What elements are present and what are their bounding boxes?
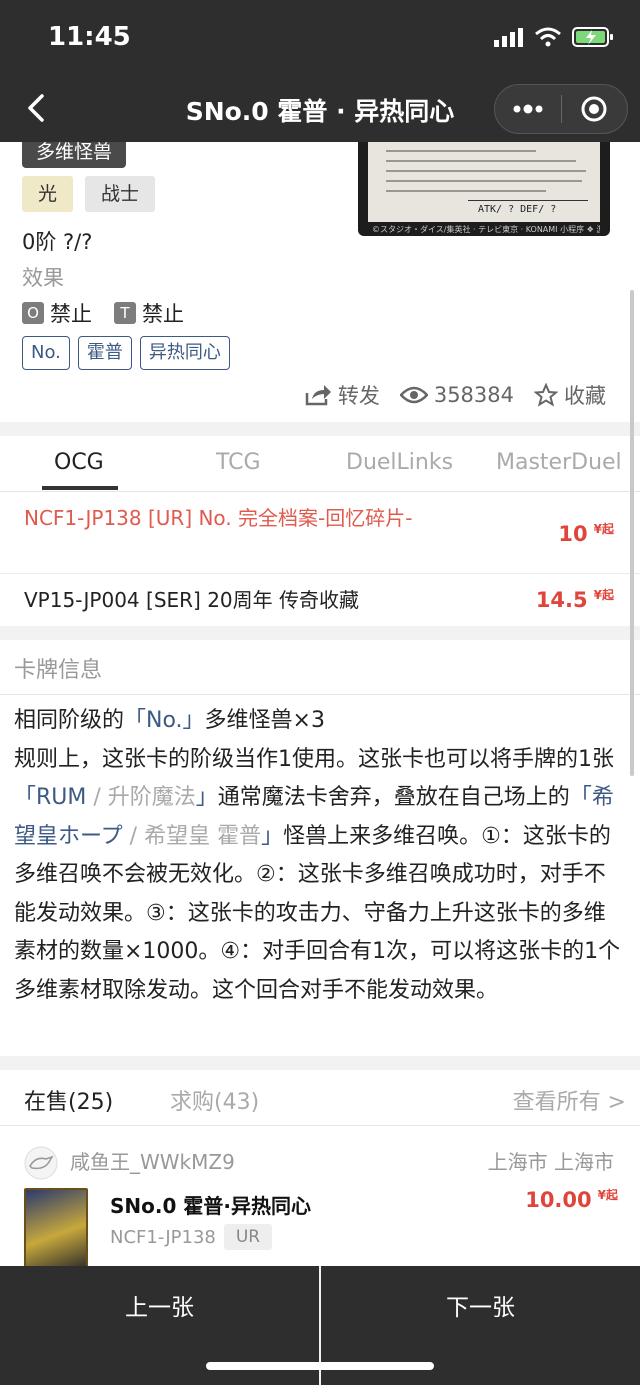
tag-hope[interactable]: 霍普 (77, 336, 132, 370)
effect-type: 效果 (22, 266, 64, 290)
attribute-row: 光 战士 (22, 176, 156, 212)
tcg-badge: T (114, 302, 136, 324)
next-card-button[interactable]: 下一张 (321, 1266, 640, 1344)
tcg-ban-label: 禁止 (142, 302, 184, 326)
favorite-label: 收藏 (564, 384, 606, 408)
status-time: 11:45 (48, 22, 131, 52)
listing-code: NCF1-JP138 UR (110, 1224, 273, 1250)
tab-masterduel[interactable]: MasterDuel (496, 450, 622, 475)
card-header: 多维怪兽 ATK/ ? DEF/ ? ©スタジオ・ダイス/集英社 · テレビ東京… (0, 142, 640, 422)
card-description: 相同阶级的「No.」多维怪兽×3 规则上，这张卡的阶级当作1使用。这张卡也可以将… (14, 708, 621, 1003)
prev-card-button[interactable]: 上一张 (0, 1266, 319, 1344)
keyword-link[interactable]: 「No.」 (124, 708, 205, 733)
nav-bar: SNo.0 霍普 · 异热同心 (0, 76, 640, 142)
card-tags: No. 霍普 异热同心 (22, 336, 230, 370)
product-price: 10 ¥起 (558, 522, 614, 546)
listing-title: SNo.0 霍普·异热同心 (110, 1194, 311, 1218)
tag-xyz-heart[interactable]: 异热同心 (139, 336, 230, 370)
wifi-icon (535, 27, 561, 47)
rank-stats: 0阶 ?/? (22, 230, 93, 254)
tag-no[interactable]: No. (22, 336, 70, 370)
more-dots-icon (513, 104, 543, 114)
card-text-box: ATK/ ? DEF/ ? (368, 142, 600, 222)
card-footer: ©スタジオ・ダイス/集英社 · テレビ東京 · KONAMI 小程序 ❖ 游戏王… (372, 225, 600, 234)
target-circle-icon (581, 96, 607, 122)
more-options-button[interactable] (495, 85, 561, 133)
favorite-button[interactable]: 收藏 (534, 380, 606, 410)
scrollbar[interactable] (630, 290, 634, 776)
section-divider (0, 422, 640, 436)
tab-duellinks[interactable]: DuelLinks (346, 450, 453, 475)
divider-line (0, 694, 640, 695)
card-actions: 转发 358384 收藏 (304, 380, 606, 410)
battery-charging-icon (572, 27, 613, 47)
product-price: 14.5 ¥起 (535, 588, 614, 612)
card-atk-def: ATK/ ? DEF/ ? (478, 204, 557, 215)
listing-item[interactable]: 咸鱼王_WWkMZ9 上海市 上海市 SNo.0 霍普·异热同心 NCF1-JP… (0, 1126, 640, 1266)
seller-name[interactable]: 咸鱼王_WWkMZ9 (70, 1146, 235, 1175)
scroll-content[interactable]: 多维怪兽 ATK/ ? DEF/ ? ©スタジオ・ダイス/集英社 · テレビ東京… (0, 142, 640, 1266)
race-chip: 战士 (85, 176, 156, 212)
active-tab-indicator (42, 486, 118, 490)
tab-on-sale[interactable]: 在售(25) (24, 1084, 113, 1116)
card-info-title: 卡牌信息 (14, 658, 103, 683)
card-type-tag: 多维怪兽 (22, 142, 127, 168)
price-row[interactable]: NCF1-JP138 [UR] No. 完全档案-回忆碎片- 10 ¥起 (0, 492, 640, 574)
share-icon (305, 385, 331, 406)
tab-wanted[interactable]: 求购(43) (170, 1084, 259, 1116)
status-bar: 11:45 (0, 0, 640, 76)
attribute-chip: 光 (22, 176, 74, 212)
tab-ocg[interactable]: OCG (54, 450, 104, 475)
listing-price: 10.00 ¥起 (525, 1188, 618, 1212)
seller-avatar-icon (24, 1146, 58, 1180)
product-name: NCF1-JP138 [UR] No. 完全档案-回忆碎片- (24, 506, 413, 530)
eye-icon (399, 386, 428, 404)
signal-icon (494, 28, 523, 47)
rarity-badge: UR (223, 1224, 273, 1250)
format-tabs: OCG TCG DuelLinks MasterDuel (0, 436, 640, 492)
share-button[interactable]: 转发 (304, 380, 380, 410)
section-divider (0, 1056, 640, 1070)
seller-location: 上海市 上海市 (487, 1150, 614, 1174)
market-tabs: 在售(25) 求购(43) 查看所有 > (0, 1070, 640, 1126)
status-icons (494, 26, 614, 48)
home-indicator[interactable] (206, 1362, 434, 1370)
price-row[interactable]: VP15-JP004 [SER] 20周年 传奇收藏 14.5 ¥起 (0, 574, 640, 626)
share-label: 转发 (337, 384, 380, 408)
product-name: VP15-JP004 [SER] 20周年 传奇收藏 (24, 588, 360, 612)
section-divider (0, 626, 640, 640)
miniprogram-capsule (494, 84, 628, 134)
listing-thumbnail (24, 1188, 88, 1266)
view-all-link[interactable]: 查看所有 > (513, 1084, 626, 1116)
star-icon (534, 383, 558, 407)
ban-status-row: O 禁止 T 禁止 (22, 298, 184, 328)
views-count: 358384 (433, 383, 514, 407)
close-miniprogram-button[interactable] (562, 85, 628, 133)
ocg-badge: O (22, 302, 44, 324)
card-image[interactable]: ATK/ ? DEF/ ? ©スタジオ・ダイス/集英社 · テレビ東京 · KO… (358, 142, 610, 236)
ocg-ban-label: 禁止 (50, 302, 92, 326)
views-counter: 358384 (399, 383, 514, 407)
tab-tcg[interactable]: TCG (216, 450, 261, 475)
keyword-link[interactable]: 「RUM / 升阶魔法」 (14, 785, 218, 810)
bottom-bar: 上一张 下一张 (0, 1266, 640, 1385)
